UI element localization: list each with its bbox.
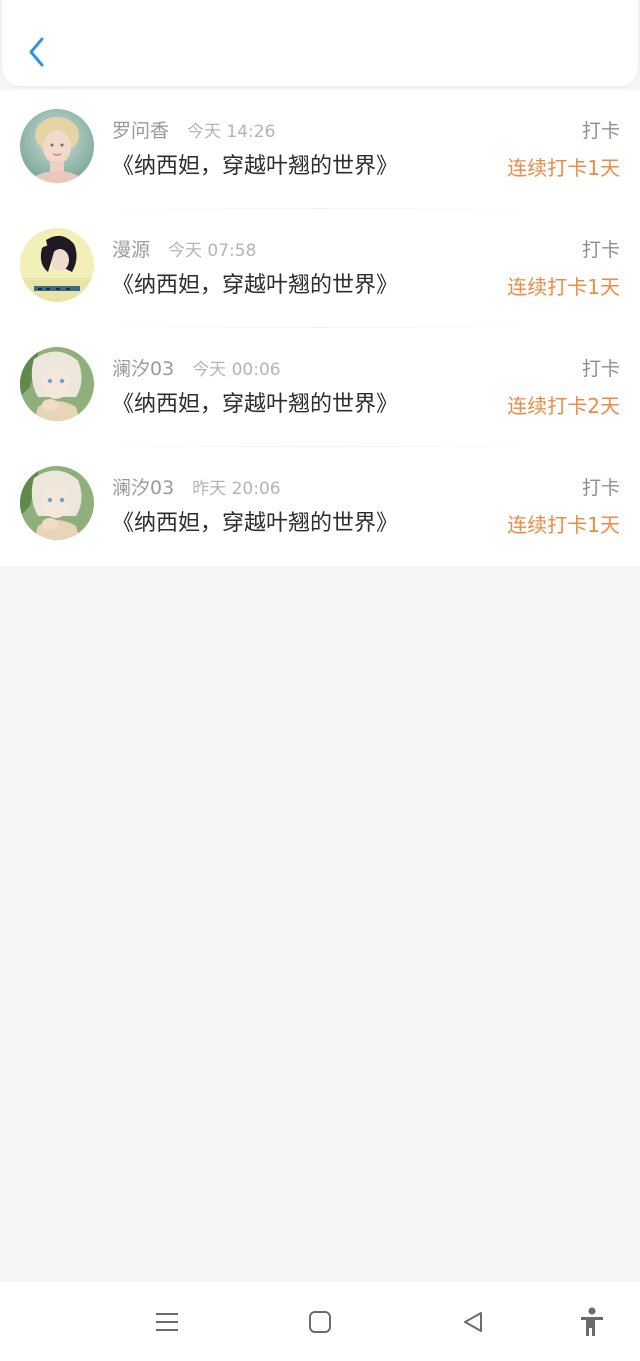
record-meta: 漫源 今天 07:58 bbox=[112, 235, 256, 261]
user-name[interactable]: 澜汐03 bbox=[112, 473, 174, 500]
book-title[interactable]: 《纳西妲，穿越叶翘的世界》 bbox=[112, 267, 398, 299]
menu-icon bbox=[156, 1313, 178, 1331]
book-title[interactable]: 《纳西妲，穿越叶翘的世界》 bbox=[112, 386, 398, 418]
user-name[interactable]: 漫源 bbox=[112, 235, 150, 262]
streak-label: 连续打卡1天 bbox=[507, 513, 620, 537]
timestamp: 昨天 20:06 bbox=[192, 479, 281, 499]
timestamp: 今天 14:26 bbox=[187, 122, 276, 142]
menu-button[interactable] bbox=[147, 1302, 187, 1342]
checkin-label: 打卡 bbox=[581, 120, 620, 142]
list-item[interactable]: 澜汐03 今天 00:06 《纳西妲，穿越叶翘的世界》 打卡 连续打卡2天 bbox=[0, 328, 640, 447]
avatar[interactable] bbox=[20, 466, 94, 540]
record-meta: 澜汐03 今天 00:06 bbox=[112, 354, 281, 380]
checkin-label: 打卡 bbox=[581, 358, 620, 380]
list-item[interactable]: 澜汐03 昨天 20:06 《纳西妲，穿越叶翘的世界》 打卡 连续打卡1天 bbox=[0, 447, 640, 566]
accessibility-icon bbox=[581, 1307, 603, 1336]
streak-label: 连续打卡1天 bbox=[507, 156, 620, 180]
home-square-icon bbox=[309, 1311, 331, 1333]
home-button[interactable] bbox=[300, 1302, 340, 1342]
avatar[interactable] bbox=[20, 109, 94, 183]
accessibility-button[interactable] bbox=[572, 1302, 612, 1342]
back-nav-button[interactable] bbox=[453, 1302, 493, 1342]
list-item[interactable]: 罗问香 今天 14:26 《纳西妲，穿越叶翘的世界》 打卡 连续打卡1天 bbox=[0, 90, 640, 209]
back-button[interactable] bbox=[18, 32, 54, 72]
back-triangle-icon bbox=[464, 1312, 482, 1332]
timestamp: 今天 00:06 bbox=[192, 360, 281, 380]
checkin-label: 打卡 bbox=[581, 477, 620, 499]
checkin-list: 罗问香 今天 14:26 《纳西妲，穿越叶翘的世界》 打卡 连续打卡1天 漫源 bbox=[0, 90, 640, 566]
checkin-label: 打卡 bbox=[581, 239, 620, 261]
chevron-left-icon bbox=[29, 37, 44, 67]
user-name[interactable]: 澜汐03 bbox=[112, 354, 174, 381]
list-item[interactable]: 漫源 今天 07:58 《纳西妲，穿越叶翘的世界》 打卡 连续打卡1天 bbox=[0, 209, 640, 328]
user-name[interactable]: 罗问香 bbox=[112, 116, 169, 143]
book-title[interactable]: 《纳西妲，穿越叶翘的世界》 bbox=[112, 148, 398, 180]
top-bar bbox=[2, 0, 638, 86]
streak-label: 连续打卡1天 bbox=[507, 275, 620, 299]
system-nav-bar bbox=[0, 1282, 640, 1361]
avatar[interactable] bbox=[20, 228, 94, 302]
avatar[interactable] bbox=[20, 347, 94, 421]
book-title[interactable]: 《纳西妲，穿越叶翘的世界》 bbox=[112, 505, 398, 537]
timestamp: 今天 07:58 bbox=[168, 241, 257, 261]
record-meta: 罗问香 今天 14:26 bbox=[112, 116, 275, 142]
record-meta: 澜汐03 昨天 20:06 bbox=[112, 473, 281, 499]
streak-label: 连续打卡2天 bbox=[507, 394, 620, 418]
